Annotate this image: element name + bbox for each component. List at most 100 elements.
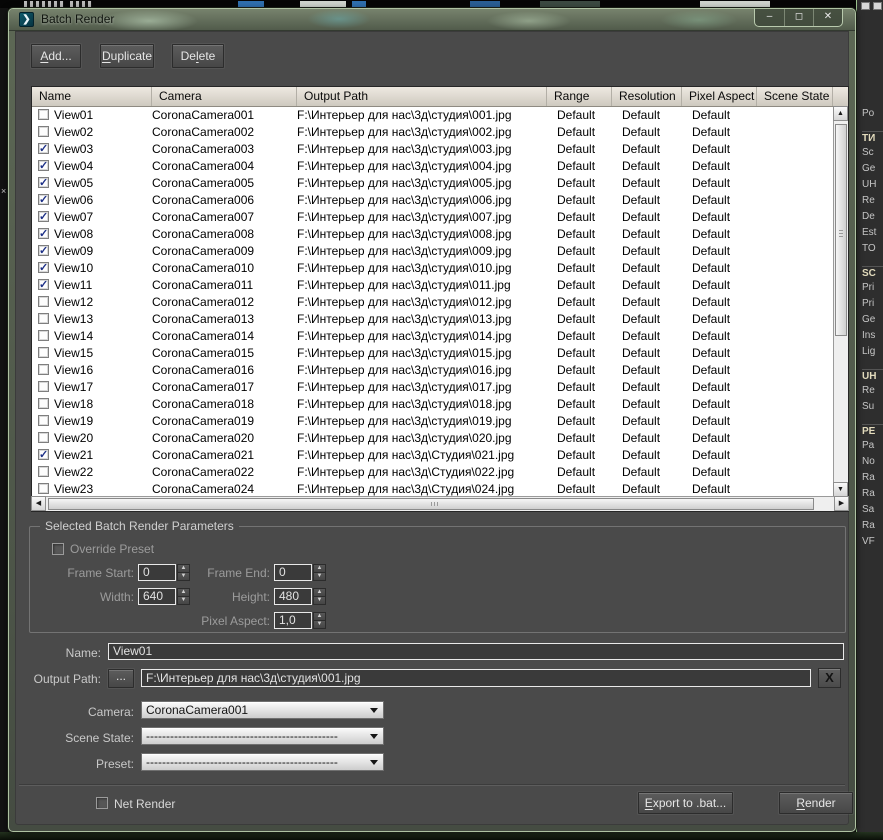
column-header-pixel-aspect[interactable]: Pixel Aspect [682, 87, 757, 106]
row-checkbox[interactable] [38, 109, 49, 120]
row-checkbox[interactable]: ✓ [38, 143, 49, 155]
row-checkbox[interactable] [38, 330, 49, 341]
table-row[interactable]: View16 CoronaCamera016 F:\Интерьер для нас… [32, 362, 848, 379]
spinner-down-icon[interactable]: ▼ [313, 597, 326, 605]
cell-output-path: F:\Интерьер для нас\3д\студия\014.jpg [297, 329, 512, 343]
table-row[interactable]: View22 CoronaCamera022 F:\Интерьер для нас… [32, 464, 848, 481]
row-checkbox[interactable]: ✓ [38, 228, 49, 240]
row-checkbox[interactable]: ✓ [38, 211, 49, 223]
cell-pixel-aspect: Default [692, 176, 731, 190]
frame-end-field[interactable]: 0 [274, 564, 312, 581]
net-render-checkbox[interactable] [96, 797, 108, 809]
vertical-scrollbar[interactable]: ▲ ▼ [833, 106, 848, 497]
clear-output-icon[interactable]: X [818, 668, 841, 688]
camera-dropdown[interactable]: CoronaCamera001 [141, 701, 384, 719]
height-field[interactable]: 480 [274, 588, 312, 605]
table-row[interactable]: View20 CoronaCamera020 F:\Интерьер для нас… [32, 430, 848, 447]
render-button[interactable]: Render [779, 792, 853, 814]
scroll-left-icon[interactable]: ◀ [31, 496, 46, 511]
add-button[interactable]: Add... [31, 44, 81, 68]
table-row[interactable]: View14 CoronaCamera014 F:\Интерьер для нас… [32, 328, 848, 345]
row-checkbox[interactable] [38, 313, 49, 324]
cell-pixel-aspect: Default [692, 431, 731, 445]
row-checkbox[interactable] [38, 126, 49, 137]
row-checkbox[interactable]: ✓ [38, 177, 49, 189]
scroll-right-icon[interactable]: ▶ [834, 496, 849, 511]
vertical-scroll-thumb[interactable] [835, 124, 847, 336]
browse-output-button[interactable]: ... [108, 669, 134, 688]
dialog-titlebar[interactable]: ❯ Batch Render – ◻ ✕ [9, 9, 855, 31]
column-header-resolution[interactable]: Resolution [612, 87, 682, 106]
column-header-range[interactable]: Range [547, 87, 612, 106]
output-path-field[interactable]: F:\Интерьер для нас\3д\студия\001.jpg [141, 669, 811, 687]
spinner-up-icon[interactable]: ▲ [313, 612, 326, 621]
column-header-name[interactable]: Name [32, 87, 152, 106]
scene-state-dropdown[interactable]: ----------------------------------------… [141, 727, 384, 745]
table-row[interactable]: ✓ View08 CoronaCamera008 F:\Интерьер для на… [32, 226, 848, 243]
name-field[interactable]: View01 [108, 643, 844, 660]
horizontal-scrollbar[interactable]: ◀ ▶ [31, 496, 849, 511]
dialog-body: Add... Duplicate Delete Name Camera Output P… [15, 31, 853, 825]
delete-button[interactable]: Delete [172, 44, 224, 68]
row-checkbox[interactable]: ✓ [38, 262, 49, 274]
maximize-button[interactable]: ◻ [784, 9, 813, 26]
spinner-down-icon[interactable]: ▼ [313, 573, 326, 581]
spinner-down-icon[interactable]: ▼ [313, 621, 326, 629]
table-row[interactable]: ✓ View06 CoronaCamera006 F:\Интерьер для на… [32, 192, 848, 209]
table-row[interactable]: View13 CoronaCamera013 F:\Интерьер для нас… [32, 311, 848, 328]
table-row[interactable]: ✓ View21 CoronaCamera021 F:\Интерьер для на… [32, 447, 848, 464]
table-row[interactable]: View01 CoronaCamera001 F:\Интерьер для нас… [32, 107, 848, 124]
spinner-up-icon[interactable]: ▲ [313, 588, 326, 597]
table-row[interactable]: View17 CoronaCamera017 F:\Интерьер для нас… [32, 379, 848, 396]
row-checkbox[interactable] [38, 398, 49, 409]
cell-resolution: Default [622, 346, 661, 360]
row-checkbox[interactable]: ✓ [38, 245, 49, 257]
scroll-down-icon[interactable]: ▼ [833, 482, 848, 497]
row-checkbox[interactable]: ✓ [38, 449, 49, 461]
table-row[interactable]: ✓ View10 CoronaCamera010 F:\Интерьер для на… [32, 260, 848, 277]
preset-dropdown[interactable]: ----------------------------------------… [141, 753, 384, 771]
pixel-aspect-field[interactable]: 1,0 [274, 612, 312, 629]
cell-range: Default [557, 397, 596, 411]
row-checkbox[interactable] [38, 415, 49, 426]
table-row[interactable]: View15 CoronaCamera015 F:\Интерьер для нас… [32, 345, 848, 362]
row-checkbox[interactable] [38, 347, 49, 358]
table-row[interactable]: ✓ View09 CoronaCamera009 F:\Интерьер для на… [32, 243, 848, 260]
table-row[interactable]: ✓ View03 CoronaCamera003 F:\Интерьер для на… [32, 141, 848, 158]
row-checkbox[interactable]: ✓ [38, 279, 49, 291]
row-checkbox[interactable] [38, 432, 49, 443]
background-close-fragment: × [1, 186, 7, 196]
table-row[interactable]: ✓ View07 CoronaCamera007 F:\Интерьер для на… [32, 209, 848, 226]
row-checkbox[interactable] [38, 466, 49, 477]
scroll-up-icon[interactable]: ▲ [833, 106, 848, 121]
cell-camera: CoronaCamera001 [152, 108, 255, 122]
export-bat-button[interactable]: Export to .bat... [638, 792, 733, 814]
close-button[interactable]: ✕ [813, 9, 842, 26]
group-title: Selected Batch Render Parameters [40, 519, 239, 533]
output-path-label: Output Path: [33, 672, 101, 686]
background-panel-label: No [862, 456, 875, 467]
table-row[interactable]: ✓ View04 CoronaCamera004 F:\Интерьер для на… [32, 158, 848, 175]
footer-separator [19, 784, 845, 786]
column-header-scene-state[interactable]: Scene State [757, 87, 833, 106]
table-row[interactable]: ✓ View05 CoronaCamera005 F:\Интерьер для на… [32, 175, 848, 192]
cell-resolution: Default [622, 414, 661, 428]
table-row[interactable]: View12 CoronaCamera012 F:\Интерьер для нас… [32, 294, 848, 311]
table-row[interactable]: ✓ View11 CoronaCamera011 F:\Интерьер для на… [32, 277, 848, 294]
table-row[interactable]: View19 CoronaCamera019 F:\Интерьер для нас… [32, 413, 848, 430]
row-checkbox[interactable]: ✓ [38, 160, 49, 172]
column-header-camera[interactable]: Camera [152, 87, 297, 106]
row-checkbox[interactable] [38, 296, 49, 307]
table-row[interactable]: View18 CoronaCamera018 F:\Интерьер для нас… [32, 396, 848, 413]
duplicate-button[interactable]: Duplicate [100, 44, 154, 68]
column-header-output-path[interactable]: Output Path [297, 87, 547, 106]
row-checkbox[interactable]: ✓ [38, 194, 49, 206]
spinner-up-icon[interactable]: ▲ [313, 564, 326, 573]
override-preset-checkbox[interactable] [52, 543, 64, 555]
horizontal-scroll-thumb[interactable] [48, 498, 814, 510]
table-row[interactable]: View02 CoronaCamera002 F:\Интерьер для нас… [32, 124, 848, 141]
minimize-button[interactable]: – [755, 9, 784, 26]
row-checkbox[interactable] [38, 381, 49, 392]
row-checkbox[interactable] [38, 364, 49, 375]
row-checkbox[interactable] [38, 483, 49, 494]
